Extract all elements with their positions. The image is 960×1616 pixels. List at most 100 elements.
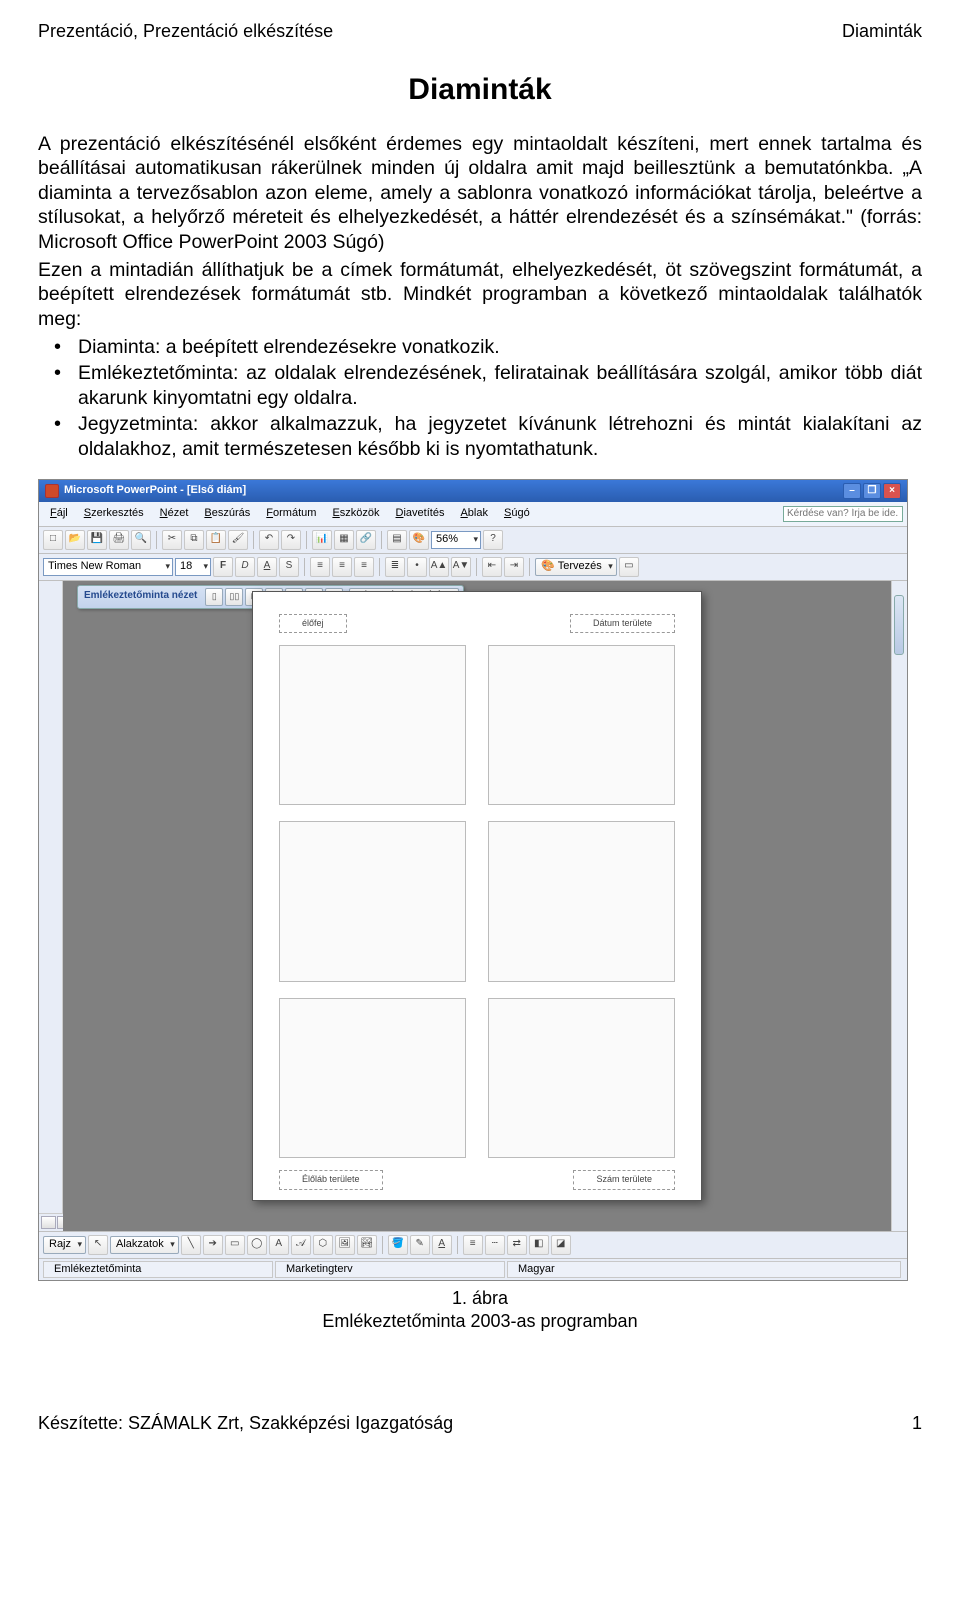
page-title: Diaminták [38, 71, 922, 109]
help-icon[interactable]: ? [483, 530, 503, 550]
new-slide-icon[interactable]: ▭ [619, 557, 639, 577]
header-placeholder[interactable]: élőfej [279, 614, 347, 633]
minimize-button[interactable]: – [843, 483, 861, 499]
font-color-icon[interactable]: A [432, 1235, 452, 1255]
design-icon: 🎨 [541, 560, 555, 574]
slide-thumb [488, 998, 675, 1159]
wordart-icon[interactable]: 𝒜 [291, 1235, 311, 1255]
diagram-icon[interactable]: ⬡ [313, 1235, 333, 1255]
save-icon[interactable]: 💾 [87, 530, 107, 550]
menu-bar: Fájl Szerkesztés Nézet Beszúrás Formátum… [39, 502, 907, 527]
master-toolbar-title: Emlékeztetőminta nézet [82, 590, 203, 603]
show-grid-icon[interactable]: ▤ [387, 530, 407, 550]
redo-icon[interactable]: ↷ [281, 530, 301, 550]
new-icon[interactable]: □ [43, 530, 63, 550]
status-template: Marketingterv [275, 1261, 505, 1279]
layout-2-icon[interactable]: ▯▯ [225, 588, 243, 606]
increase-indent-icon[interactable]: ⇥ [504, 557, 524, 577]
menu-tools[interactable]: Eszközök [325, 505, 386, 523]
scrollbar-thumb[interactable] [894, 595, 904, 655]
date-placeholder[interactable]: Dátum területe [570, 614, 675, 633]
italic-icon[interactable]: D [235, 557, 255, 577]
font-name-combo[interactable]: Times New Roman [43, 558, 173, 576]
align-left-icon[interactable]: ≡ [310, 557, 330, 577]
rectangle-icon[interactable]: ▭ [225, 1235, 245, 1255]
menu-file[interactable]: Fájl [43, 505, 75, 523]
slide-thumb [279, 645, 466, 806]
shadow-icon[interactable]: S [279, 557, 299, 577]
dash-style-icon[interactable]: ┄ [485, 1235, 505, 1255]
zoom-combo[interactable]: 56% [431, 531, 481, 549]
underline-icon[interactable]: A [257, 557, 277, 577]
doc-header-right: Diaminták [842, 20, 922, 43]
separator [253, 531, 254, 549]
oval-icon[interactable]: ◯ [247, 1235, 267, 1255]
design-button[interactable]: 🎨 Tervezés [535, 558, 617, 576]
menu-slideshow[interactable]: Diavetítés [389, 505, 452, 523]
menu-edit[interactable]: Szerkesztés [77, 505, 151, 523]
outline-pane[interactable] [39, 581, 63, 1231]
decrease-font-icon[interactable]: A▼ [451, 557, 471, 577]
select-icon[interactable]: ↖ [88, 1235, 108, 1255]
menu-help[interactable]: Súgó [497, 505, 537, 523]
line-color-icon[interactable]: ✎ [410, 1235, 430, 1255]
bold-icon[interactable]: F [213, 557, 233, 577]
menu-insert[interactable]: Beszúrás [197, 505, 257, 523]
menu-format[interactable]: Formátum [259, 505, 323, 523]
number-placeholder[interactable]: Szám területe [573, 1170, 675, 1189]
align-right-icon[interactable]: ≡ [354, 557, 374, 577]
copy-icon[interactable]: ⧉ [184, 530, 204, 550]
table-icon[interactable]: ▦ [334, 530, 354, 550]
preview-icon[interactable]: 🔍 [131, 530, 151, 550]
increase-font-icon[interactable]: A▲ [429, 557, 449, 577]
window-titlebar: Microsoft PowerPoint - [Első diám] – ❐ × [39, 480, 907, 502]
powerpoint-screenshot: Microsoft PowerPoint - [Első diám] – ❐ ×… [38, 479, 908, 1282]
format-painter-icon[interactable]: 🖌 [228, 530, 248, 550]
layout-1-icon[interactable]: ▯ [205, 588, 223, 606]
work-area: Emlékeztetőminta nézet ▯ ▯▯ ⊞ ⊞ ⊞ ⊞ ≣ Mi… [39, 581, 907, 1231]
hyperlink-icon[interactable]: 🔗 [356, 530, 376, 550]
undo-icon[interactable]: ↶ [259, 530, 279, 550]
list-item: Jegyzetminta: akkor alkalmazzuk, ha jegy… [38, 412, 922, 461]
open-icon[interactable]: 📂 [65, 530, 85, 550]
maximize-button[interactable]: ❐ [863, 483, 881, 499]
menu-window[interactable]: Ablak [453, 505, 495, 523]
paste-icon[interactable]: 📋 [206, 530, 226, 550]
paragraph-1: A prezentáció elkészítésénél elsőként ér… [38, 132, 922, 254]
close-button[interactable]: × [883, 483, 901, 499]
bullets-icon[interactable]: • [407, 557, 427, 577]
decrease-indent-icon[interactable]: ⇤ [482, 557, 502, 577]
fill-color-icon[interactable]: 🪣 [388, 1235, 408, 1255]
handout-master-page[interactable]: élőfej Dátum területe Élőláb területe Sz… [252, 591, 702, 1201]
slide-thumbnails-grid [279, 639, 675, 1165]
print-icon[interactable]: 🖨 [109, 530, 129, 550]
slide-thumb [488, 645, 675, 806]
shadow-style-icon[interactable]: ◧ [529, 1235, 549, 1255]
ask-question-input[interactable] [783, 506, 903, 522]
slide-thumb [279, 998, 466, 1159]
font-size-combo[interactable]: 18 [175, 558, 211, 576]
normal-view-icon[interactable] [41, 1216, 56, 1229]
3d-style-icon[interactable]: ◪ [551, 1235, 571, 1255]
line-icon[interactable]: ╲ [181, 1235, 201, 1255]
status-language: Magyar [507, 1261, 901, 1279]
cut-icon[interactable]: ✂ [162, 530, 182, 550]
menu-view[interactable]: Nézet [153, 505, 196, 523]
slide-thumb [279, 821, 466, 982]
footer-placeholder[interactable]: Élőláb területe [279, 1170, 383, 1189]
chart-icon[interactable]: 📊 [312, 530, 332, 550]
clipart-icon[interactable]: 🖼 [335, 1235, 355, 1255]
arrow-style-icon[interactable]: ⇄ [507, 1235, 527, 1255]
autoshapes-menu[interactable]: Alakzatok [110, 1236, 179, 1254]
arrow-icon[interactable]: ➔ [203, 1235, 223, 1255]
vertical-scrollbar[interactable] [891, 581, 907, 1231]
align-center-icon[interactable]: ≡ [332, 557, 352, 577]
separator [306, 531, 307, 549]
textbox-icon[interactable]: A [269, 1235, 289, 1255]
bullet-list: Diaminta: a beépített elrendezésekre von… [38, 335, 922, 461]
numbering-icon[interactable]: ≣ [385, 557, 405, 577]
color-icon[interactable]: 🎨 [409, 530, 429, 550]
picture-icon[interactable]: 🏞 [357, 1235, 377, 1255]
line-style-icon[interactable]: ≡ [463, 1235, 483, 1255]
draw-menu[interactable]: Rajz [43, 1236, 86, 1254]
